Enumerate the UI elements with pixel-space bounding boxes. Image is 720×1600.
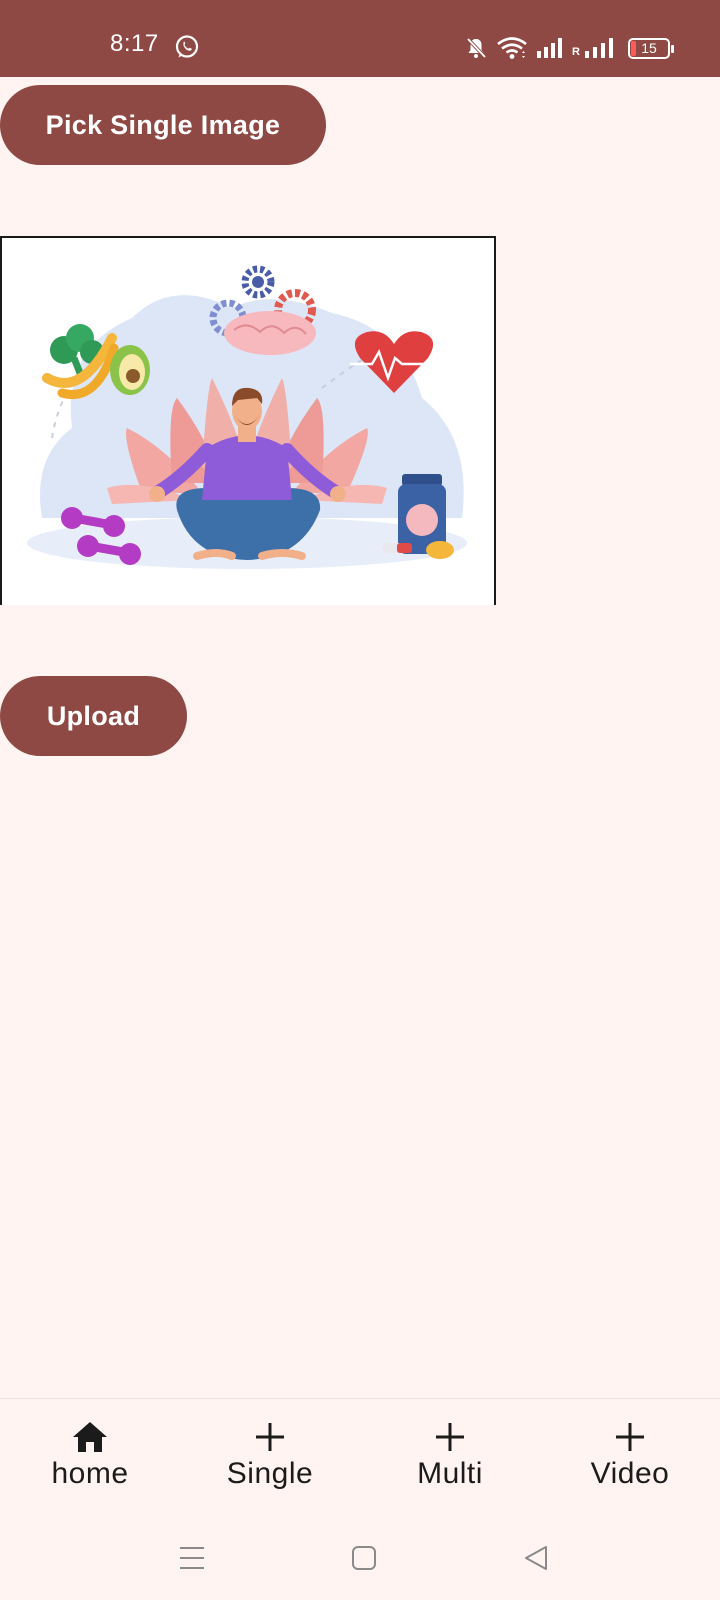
signal-icon — [537, 38, 563, 58]
roaming-label: R — [572, 46, 580, 58]
plus-icon — [610, 1419, 650, 1455]
status-time: 8:17 — [110, 30, 159, 57]
selected-image-preview — [0, 236, 496, 605]
bottom-navigation: home Single Multi Video — [0, 1398, 720, 1510]
wifi-icon — [497, 37, 527, 59]
whatsapp-icon — [175, 35, 199, 58]
nav-label-single: Single — [226, 1457, 314, 1490]
pick-single-image-button[interactable]: Pick Single Image — [0, 85, 326, 165]
nav-label-video: Video — [590, 1457, 670, 1490]
nav-item-single[interactable]: Single — [180, 1399, 360, 1511]
battery-icon: 15 — [628, 37, 674, 59]
back-icon[interactable] — [522, 1544, 550, 1572]
meditation-illustration — [27, 265, 467, 569]
nav-label-home: home — [51, 1457, 129, 1490]
system-navigation-bar — [0, 1510, 720, 1600]
home-icon — [70, 1419, 110, 1455]
bell-off-icon — [466, 37, 487, 59]
nav-label-multi: Multi — [417, 1457, 483, 1490]
plus-icon — [250, 1419, 290, 1455]
plus-icon — [430, 1419, 470, 1455]
signal-icon-2 — [585, 38, 613, 58]
home-square-icon[interactable] — [350, 1544, 378, 1572]
status-icons: R 15 — [464, 36, 674, 60]
menu-icon[interactable] — [178, 1544, 206, 1572]
nav-item-video[interactable]: Video — [540, 1399, 720, 1511]
upload-button[interactable]: Upload — [0, 676, 187, 756]
nav-item-multi[interactable]: Multi — [360, 1399, 540, 1511]
status-bar: 8:17 R 15 — [0, 0, 720, 77]
nav-item-home[interactable]: home — [0, 1399, 180, 1511]
